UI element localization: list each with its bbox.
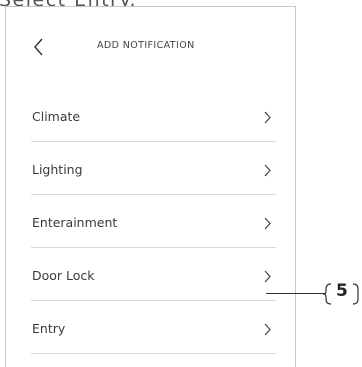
callout-number: 5 — [336, 281, 348, 301]
chevron-right-icon — [264, 323, 271, 336]
chevron-right-icon — [264, 270, 271, 283]
menu-item-entertainment[interactable]: Enterainment — [31, 195, 276, 248]
chevron-right-icon — [264, 164, 271, 177]
menu-item-label: Door Lock — [32, 268, 95, 283]
menu-item-label: Entry — [32, 321, 66, 336]
chevron-right-icon — [264, 217, 271, 230]
menu-item-label: Lighting — [32, 162, 83, 177]
menu-item-label: Climate — [32, 109, 81, 124]
callout-leader-line — [266, 293, 326, 294]
back-button[interactable] — [30, 36, 50, 58]
phone-screen: ADD NOTIFICATION Climate Lighting Entera… — [5, 6, 296, 367]
header-bar: ADD NOTIFICATION — [6, 7, 295, 87]
chevron-right-icon — [264, 111, 271, 124]
menu-item-lighting[interactable]: Lighting — [31, 142, 276, 195]
page-title: ADD NOTIFICATION — [97, 40, 195, 51]
menu-item-label: Enterainment — [32, 215, 118, 230]
chevron-left-icon — [34, 38, 43, 56]
menu-item-entry[interactable]: Entry — [31, 301, 276, 354]
menu-item-climate[interactable]: Climate — [31, 89, 276, 142]
menu-item-door-lock[interactable]: Door Lock — [31, 248, 276, 301]
